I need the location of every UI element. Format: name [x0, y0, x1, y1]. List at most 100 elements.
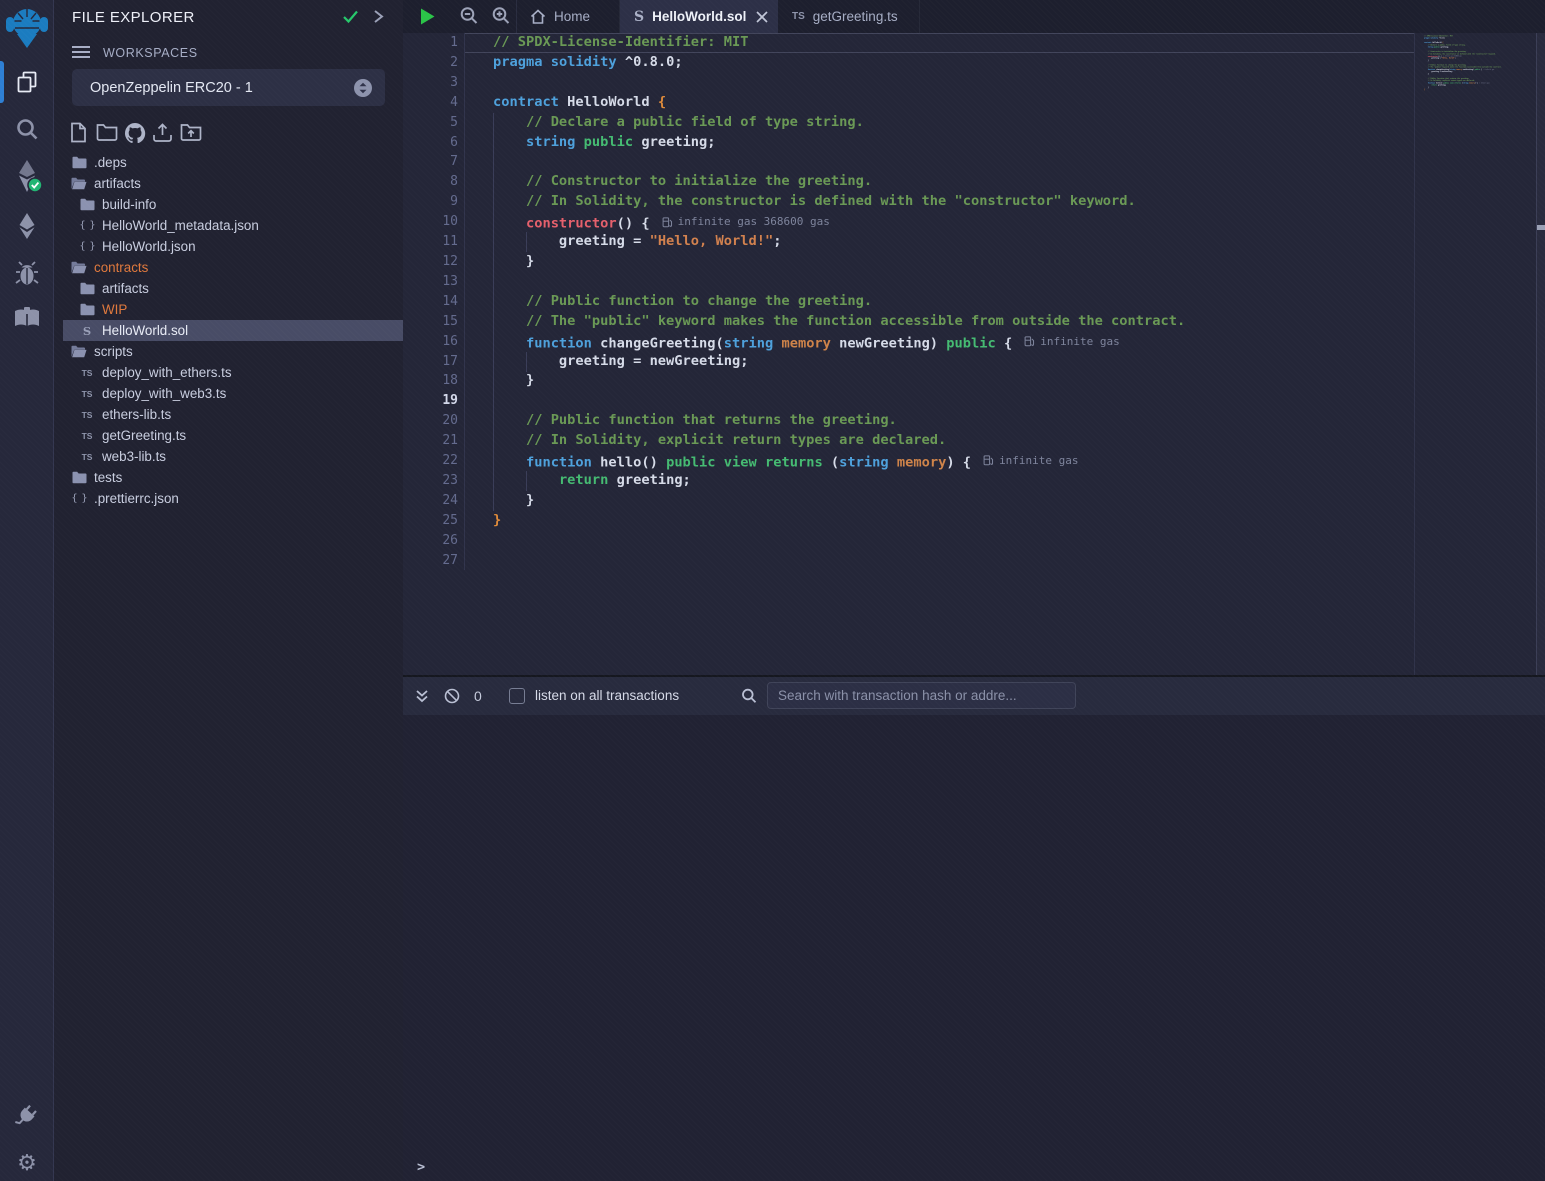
line-number: 15 [403, 312, 464, 332]
line-number: 1 [403, 33, 464, 53]
tree-item-label: ethers-lib.ts [102, 407, 171, 422]
line-number: 25 [403, 511, 464, 531]
tree-item-helloworld-sol[interactable]: SHelloWorld.sol [63, 320, 403, 341]
debugger-icon[interactable] [0, 256, 54, 292]
line-number: 21 [403, 431, 464, 451]
folder-icon [78, 282, 96, 295]
new-file-icon[interactable] [70, 122, 87, 143]
code-line [466, 551, 1414, 571]
line-number: 16 [403, 332, 464, 352]
line-number: 2 [403, 53, 464, 73]
line-number: 24 [403, 491, 464, 511]
solidity-compiler-icon[interactable] [0, 157, 54, 199]
load-local-folder-icon[interactable] [180, 122, 202, 141]
listen-transactions-checkbox[interactable] [509, 688, 525, 704]
zoom-in-icon[interactable] [491, 6, 511, 26]
code-line: // Public function that returns the gree… [466, 411, 1414, 431]
code-line [466, 272, 1414, 292]
gas-estimate-badge: infinite gas [1479, 82, 1490, 84]
code-line: string public greeting; [466, 133, 1414, 153]
tree-item-helloworld-json[interactable]: { }HelloWorld.json [54, 236, 403, 257]
tree-item-deploy-with-web3-ts[interactable]: TS deploy_with_web3.ts [54, 383, 403, 404]
line-number: 22 [403, 451, 464, 471]
github-clone-icon[interactable] [124, 122, 146, 143]
plugin-manager-icon[interactable] [0, 1098, 54, 1132]
tree-item-artifacts[interactable]: artifacts [54, 278, 403, 299]
code-line: } [466, 511, 1414, 531]
terminal-search-input[interactable] [767, 682, 1076, 709]
code-line: constructor() {infinite gas 368600 gas [466, 212, 1414, 232]
gas-estimate-label: infinite gas [1040, 332, 1119, 352]
tab-home[interactable]: Home [516, 0, 620, 33]
code-line: // In Solidity, the constructor is defin… [466, 192, 1414, 212]
activity-bar: ⚙ [0, 0, 54, 1181]
scrollbar-thumb[interactable] [1537, 225, 1545, 230]
new-folder-icon[interactable] [96, 122, 118, 141]
workspaces-menu-icon[interactable] [72, 45, 90, 59]
workspaces-header: WORKSPACES [54, 42, 403, 64]
folder-icon [70, 471, 88, 484]
expand-terminal-icon[interactable] [415, 689, 429, 703]
tree-item-scripts[interactable]: scripts [54, 341, 403, 362]
tree-item-getgreeting-ts[interactable]: TSgetGreeting.ts [54, 425, 403, 446]
tab-getgreeting-ts[interactable]: TS getGreeting.ts [778, 0, 920, 33]
terminal-prompt: > [417, 1159, 425, 1175]
line-number: 20 [403, 411, 464, 431]
terminal-toolbar: 0 listen on all transactions [403, 677, 1545, 715]
minimap[interactable]: // SPDX-License-Identifier: MITpragma so… [1415, 33, 1536, 675]
tree-item--deps[interactable]: .deps [54, 152, 403, 173]
tree-item-label: scripts [94, 344, 133, 359]
tree-item--prettierrc-json[interactable]: { } .prettierrc.json [54, 488, 403, 509]
workspace-dropdown[interactable]: OpenZeppelin ERC20 - 1 [72, 69, 385, 106]
code-line: pragma solidity ^0.8.0; [466, 53, 1414, 73]
remix-logo-icon[interactable] [0, 3, 54, 51]
line-number: 11 [403, 232, 464, 252]
tree-item-deploy-with-ethers-ts[interactable]: TSdeploy_with_ethers.ts [54, 362, 403, 383]
publish-workspace-icon[interactable] [152, 122, 173, 143]
run-script-button[interactable] [419, 7, 436, 26]
tree-item-tests[interactable]: tests [54, 467, 403, 488]
tree-item-label: deploy_with_web3.ts [102, 386, 226, 401]
code-line: // The "public" keyword makes the functi… [466, 312, 1414, 332]
gas-estimate-label: infinite gas [999, 451, 1078, 471]
braces-icon: { } [70, 493, 88, 504]
accept-check-icon[interactable] [342, 9, 359, 24]
settings-gear-icon[interactable]: ⚙ [0, 1148, 54, 1180]
editor-area: Home S HelloWorld.sol TS getGreeting.ts … [403, 0, 1545, 1181]
tree-item-artifacts[interactable]: artifacts [54, 173, 403, 194]
code-line: // Constructor to initialize the greetin… [466, 172, 1414, 192]
search-icon[interactable] [0, 112, 54, 148]
folder-icon [78, 303, 96, 316]
code-line: return greeting; [466, 471, 1414, 491]
ts-icon: TS [78, 410, 96, 420]
tree-item-helloworld-metadata-json[interactable]: { }HelloWorld_metadata.json [54, 215, 403, 236]
editor-scrollbar[interactable] [1537, 33, 1545, 675]
line-number: 19 [403, 391, 464, 411]
line-number: 26 [403, 531, 464, 551]
tree-item-ethers-lib-ts[interactable]: TS ethers-lib.ts [54, 404, 403, 425]
learneth-book-icon[interactable] [0, 302, 54, 336]
code-editor[interactable]: 1234567891011121314151617181920212223242… [403, 33, 1414, 675]
explorer-toolbar [54, 120, 403, 148]
line-number: 6 [403, 133, 464, 153]
line-number: 10 [403, 212, 464, 232]
terminal-output[interactable]: > [403, 715, 1545, 1181]
tree-item-label: HelloWorld.json [102, 239, 196, 254]
tree-item-web3-lib-ts[interactable]: TSweb3-lib.ts [54, 446, 403, 467]
tree-item-build-info[interactable]: build-info [54, 194, 403, 215]
workspace-select-arrows-icon [353, 78, 373, 98]
tree-item-contracts[interactable]: contracts [54, 257, 403, 278]
home-icon [530, 9, 546, 25]
close-tab-icon[interactable] [756, 11, 768, 23]
line-number: 9 [403, 192, 464, 212]
ts-icon: TS [78, 389, 96, 399]
deploy-and-run-icon[interactable] [0, 208, 54, 246]
tree-item-label: .prettierrc.json [94, 491, 179, 506]
tab-helloworld-sol[interactable]: S HelloWorld.sol [620, 0, 778, 33]
tree-item-wip[interactable]: WIP [54, 299, 403, 320]
typescript-file-icon: TS [792, 11, 805, 22]
collapse-chevron-icon[interactable] [371, 9, 385, 24]
clear-console-icon[interactable] [444, 688, 460, 704]
file-explorer-icon[interactable] [0, 60, 54, 104]
zoom-out-icon[interactable] [459, 6, 479, 26]
